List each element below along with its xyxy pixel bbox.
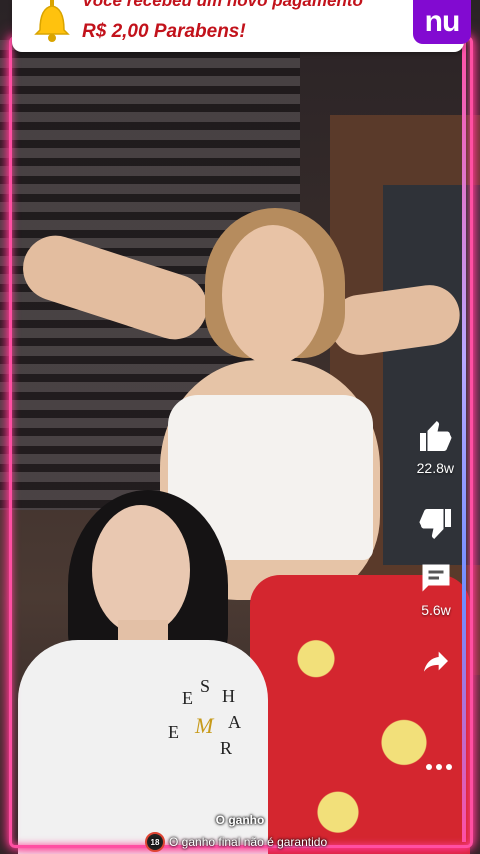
bell-icon xyxy=(34,0,70,42)
notification-amount: R$ 2,00 Parabens! xyxy=(82,21,246,42)
age-rating-badge: 18 xyxy=(145,832,165,852)
notification-title: Você recebeu um novo pagamento xyxy=(82,0,363,10)
like-button[interactable]: 22.8w xyxy=(417,418,454,476)
dislike-button[interactable] xyxy=(418,506,454,542)
caption-disclaimer-text: O ganho final não é garantido xyxy=(169,835,328,849)
thumbs-down-icon xyxy=(419,509,451,539)
thumbs-up-icon xyxy=(420,421,452,451)
comment-count: 5.6w xyxy=(421,602,451,618)
payment-notification[interactable]: Você recebeu um novo pagamento R$ 2,00 P… xyxy=(12,0,471,52)
comment-button[interactable]: 5.6w xyxy=(418,560,454,618)
more-dots-icon xyxy=(426,764,452,770)
share-arrow-icon xyxy=(424,651,448,672)
nubank-logo: nu xyxy=(413,0,471,44)
neon-frame xyxy=(9,36,473,848)
caption-disclaimer: 18 O ganho final não é garantido xyxy=(145,832,327,852)
neon-frame-right-edge xyxy=(462,36,466,842)
like-count: 22.8w xyxy=(416,460,454,476)
more-options-button[interactable] xyxy=(424,755,454,779)
comment-icon xyxy=(422,564,450,592)
share-button[interactable] xyxy=(418,645,454,677)
caption-short: O ganho xyxy=(215,813,265,827)
